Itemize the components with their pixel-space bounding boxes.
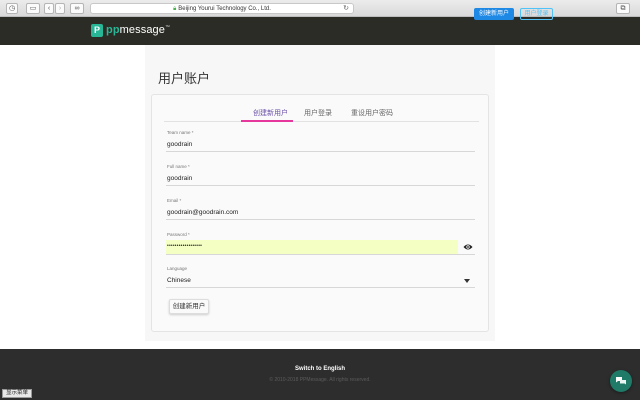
tab-overview-icon[interactable]: ∞ [70, 3, 84, 14]
switch-language-link[interactable]: Switch to English [0, 366, 640, 372]
ppmessage-logo[interactable]: P ppmessage™ [91, 23, 170, 37]
team-name-label: Team name * [167, 130, 194, 135]
language-underline [166, 287, 475, 288]
language-label: Language [167, 266, 188, 271]
team-name-input[interactable]: goodrain [167, 141, 192, 148]
chat-launcher-button[interactable] [610, 370, 632, 392]
tab-login[interactable]: 用户登录 [304, 108, 332, 118]
active-tab-indicator [241, 120, 293, 122]
logo-mark-icon: P [91, 23, 103, 37]
history-icon[interactable]: ◷ [6, 3, 18, 14]
email-label: Email * [167, 198, 182, 203]
forward-icon: › [58, 5, 62, 12]
header-create-user-button[interactable]: 创建新用户 [474, 8, 514, 20]
full-name-label: Full name * [167, 164, 190, 169]
lock-icon: 🔒︎ [173, 6, 177, 12]
password-value: •••••••••••••••••• [167, 243, 203, 249]
back-button[interactable]: ‹ [44, 3, 54, 14]
sidebar-toggle-icon[interactable]: ▭ [26, 3, 40, 14]
tab-divider [164, 121, 479, 122]
password-input[interactable] [166, 240, 458, 254]
full-name-underline [166, 185, 475, 186]
logo-wordmark: ppmessage™ [106, 24, 170, 36]
create-user-button[interactable]: 创建新用户 [169, 299, 209, 314]
reload-icon[interactable]: ↻ [343, 4, 349, 14]
logo-pp: pp [106, 24, 120, 36]
copyright-text: © 2010-2018 PPMessage. All rights reserv… [269, 377, 371, 383]
tab-create-user[interactable]: 创建新用户 [253, 108, 288, 118]
password-underline [166, 254, 475, 255]
tab-reset-password[interactable]: 重设用户密码 [351, 108, 393, 118]
caret-down-icon[interactable] [464, 279, 470, 283]
show-menu-button[interactable]: 显示菜单 [2, 389, 33, 398]
language-select[interactable]: Chinese [167, 277, 191, 284]
new-tab-icon[interactable]: ⧉ [616, 3, 630, 14]
back-icon: ‹ [47, 5, 51, 12]
logo-message: message [119, 24, 165, 36]
address-bar[interactable]: 🔒︎ Beijing Yourui Technology Co., Ltd. ↻ [90, 3, 354, 14]
header-login-button[interactable]: 用户登录 [520, 8, 553, 20]
email-underline [166, 219, 475, 220]
email-input[interactable]: goodrain@goodrain.com [167, 209, 238, 216]
address-text-wrap: 🔒︎ Beijing Yourui Technology Co., Ltd. [91, 4, 353, 14]
full-name-input[interactable]: goodrain [167, 175, 192, 182]
team-name-underline [166, 151, 475, 152]
address-text: Beijing Yourui Technology Co., Ltd. [178, 6, 271, 12]
chat-icon [616, 377, 626, 385]
footer [0, 349, 640, 400]
page-title: 用户账户 [158, 71, 211, 86]
logo-tm: ™ [164, 24, 171, 31]
forward-button[interactable]: › [55, 3, 65, 14]
app-header: P ppmessage™ [0, 17, 640, 45]
password-label: Password * [167, 232, 190, 237]
eye-icon[interactable] [463, 243, 473, 251]
